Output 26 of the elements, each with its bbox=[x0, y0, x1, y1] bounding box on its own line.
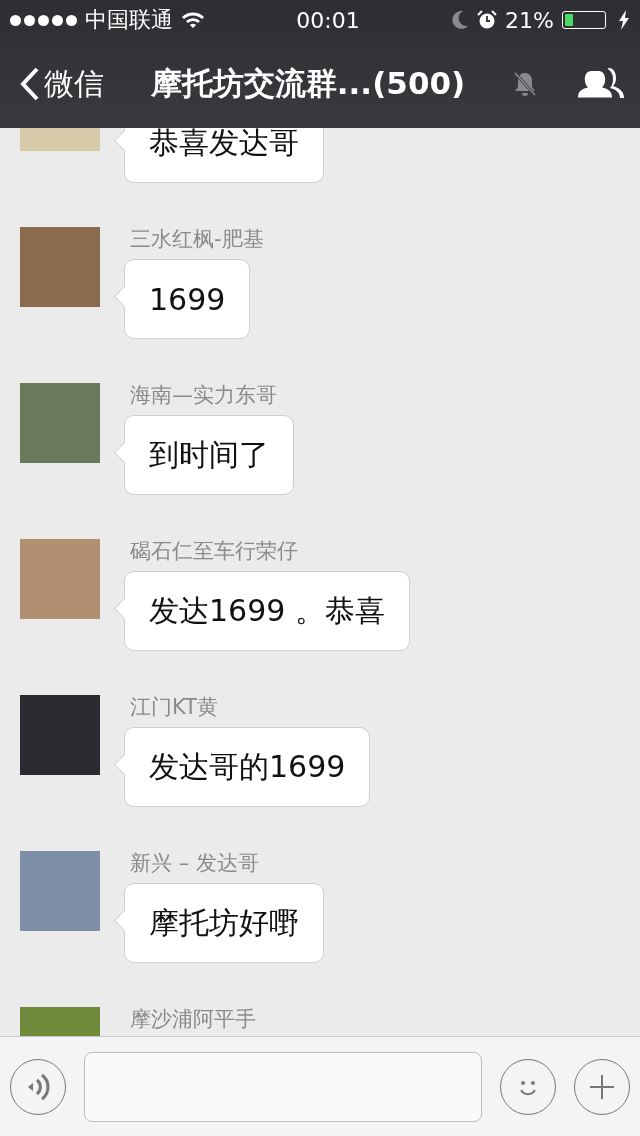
back-button[interactable]: 微信 bbox=[20, 63, 104, 105]
signal-icon bbox=[10, 14, 77, 26]
alarm-clock-icon bbox=[477, 10, 498, 30]
sender-name: 碣石仁至车行荣仔 bbox=[130, 539, 298, 563]
sender-name: 摩沙浦阿平手 bbox=[130, 1007, 256, 1031]
battery-percent: 21% bbox=[505, 7, 554, 33]
avatar-photo-placeholder[interactable] bbox=[20, 539, 100, 619]
plus-icon bbox=[588, 1072, 616, 1101]
avatar-photo-placeholder[interactable] bbox=[20, 383, 100, 463]
back-chevron-icon bbox=[20, 67, 40, 101]
moon-icon bbox=[451, 10, 470, 30]
avatar-photo-placeholder[interactable] bbox=[20, 851, 100, 931]
sender-name: 三水红枫-肥基 bbox=[130, 227, 264, 251]
charging-bolt-icon bbox=[618, 10, 630, 30]
status-time: 00:01 bbox=[296, 7, 360, 33]
carrier-name: 中国联通 bbox=[85, 6, 173, 34]
sender-name: 新兴 – 发达哥 bbox=[130, 851, 259, 875]
sender-name: 江门KT黄 bbox=[130, 695, 218, 719]
avatar-photo-placeholder[interactable] bbox=[20, 695, 100, 775]
muted-bell-icon bbox=[512, 70, 538, 98]
message-input-field[interactable] bbox=[84, 1051, 482, 1122]
battery-icon bbox=[562, 11, 606, 29]
sender-name: 海南—实力东哥 bbox=[130, 383, 277, 407]
wifi-icon bbox=[181, 11, 205, 29]
chat-title: 摩托坊交流群...(500) bbox=[150, 65, 466, 101]
avatar-photo-placeholder[interactable] bbox=[20, 227, 100, 307]
